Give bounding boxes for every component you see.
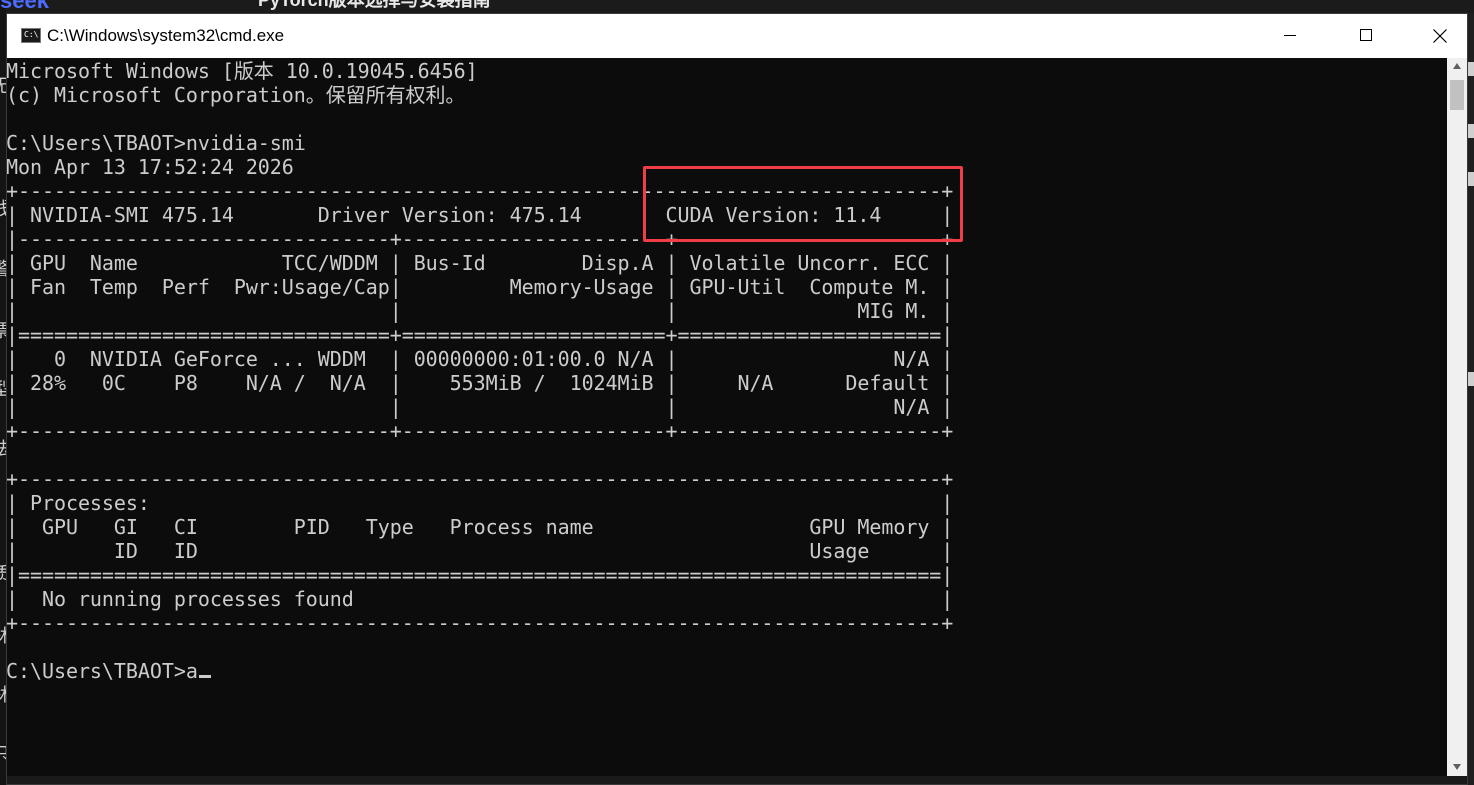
console-area[interactable]: Microsoft Windows [版本 10.0.19045.6456] (…	[7, 58, 1445, 776]
cmd-app-icon-label: C:\	[24, 30, 39, 39]
background-app-edge	[1468, 62, 1474, 76]
cuda-version-highlight	[643, 166, 963, 242]
console-line: | GPU GI CI PID Type Process name GPU Me…	[7, 515, 954, 539]
chevron-down-icon	[1453, 764, 1461, 770]
console-line: | Fan Temp Perf Pwr:Usage/Cap| Memory-Us…	[7, 275, 954, 299]
scrollbar-thumb[interactable]	[1450, 80, 1464, 110]
console-line: | 28% 0C P8 N/A / N/A | 553MiB / 1024MiB…	[7, 371, 954, 395]
console-line: | | | MIG M. |	[7, 299, 954, 323]
command-input[interactable]: a	[186, 659, 198, 683]
console-line: C:\Users\TBAOT>nvidia-smi	[7, 131, 306, 155]
title-bar[interactable]: C:\ C:\Windows\system32\cmd.exe	[7, 14, 1467, 58]
console-line: | ID ID Usage |	[7, 539, 954, 563]
console-line: |===============================+=======…	[7, 323, 954, 347]
console-line: +-------------------------------+-------…	[7, 419, 954, 443]
text-cursor	[198, 675, 211, 678]
window-bottom-edge	[7, 776, 1467, 784]
console-line: | Processes: |	[7, 491, 954, 515]
chevron-up-icon	[1453, 63, 1461, 69]
console-line: Microsoft Windows [版本 10.0.19045.6456]	[7, 59, 478, 83]
scroll-up-button[interactable]	[1447, 58, 1467, 75]
maximize-icon	[1360, 29, 1372, 41]
window-title: C:\Windows\system32\cmd.exe	[47, 26, 285, 45]
cmd-app-icon[interactable]: C:\	[21, 28, 41, 43]
console-output[interactable]: Microsoft Windows [版本 10.0.19045.6456] (…	[7, 59, 953, 683]
console-line: +---------------------------------------…	[7, 611, 954, 635]
console-line: (c) Microsoft Corporation。保留所有权利。	[7, 83, 466, 107]
background-app-strip	[0, 0, 1474, 13]
background-app-edge	[1468, 372, 1474, 386]
maximize-button[interactable]	[1331, 14, 1401, 58]
background-app-logo: seek	[0, 0, 49, 12]
scroll-down-button[interactable]	[1447, 759, 1467, 776]
vertical-scrollbar[interactable]	[1447, 58, 1467, 776]
command-prompt: C:\Users\TBAOT>	[7, 659, 186, 683]
console-line: |=======================================…	[7, 563, 954, 587]
console-line: | 0 NVIDIA GeForce ... WDDM | 00000000:0…	[7, 347, 954, 371]
minimize-button[interactable]	[1255, 14, 1325, 58]
console-line: | GPU Name TCC/WDDM | Bus-Id Disp.A | Vo…	[7, 251, 954, 275]
close-icon	[1433, 29, 1447, 43]
console-line: | | | N/A |	[7, 395, 954, 419]
close-button[interactable]	[1405, 14, 1474, 58]
console-line: | No running processes found |	[7, 587, 954, 611]
console-line: Mon Apr 13 17:52:24 2026	[7, 155, 294, 179]
background-app-edge	[1468, 172, 1474, 186]
console-line: +---------------------------------------…	[7, 467, 954, 491]
background-app-title: PyTorch版本选择与安装指南	[258, 0, 491, 10]
minimize-icon	[1284, 35, 1296, 36]
cmd-window: C:\ C:\Windows\system32\cmd.exe Microsof…	[6, 13, 1468, 785]
background-app-edge	[1468, 124, 1474, 138]
